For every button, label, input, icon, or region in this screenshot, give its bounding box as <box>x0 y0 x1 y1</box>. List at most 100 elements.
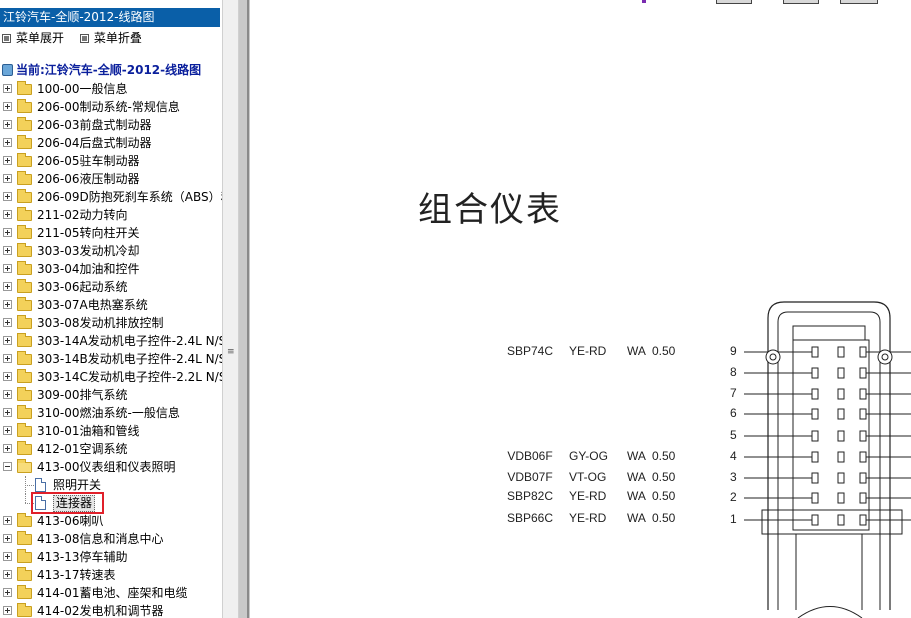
collapse-icon <box>79 34 89 43</box>
splitter-grip-icon[interactable]: ≡ <box>227 348 235 362</box>
expand-toggle-icon[interactable] <box>3 570 12 579</box>
tree-item-label: 413-06喇叭 <box>37 514 104 528</box>
tree-item-folder[interactable]: 303-08发动机排放控制 <box>0 314 222 332</box>
selection-highlight-box <box>31 492 104 514</box>
tree-item-folder[interactable]: 206-00制动系统-常规信息 <box>0 98 222 116</box>
expand-toggle-icon[interactable] <box>3 588 12 597</box>
pane-splitter[interactable]: ≡ <box>222 0 239 618</box>
menu-expand-button[interactable]: 菜单展开 <box>0 29 64 47</box>
tree-item-folder[interactable]: 412-01空调系统 <box>0 440 222 458</box>
tree-item-folder[interactable]: 414-02发电机和调节器 <box>0 602 222 618</box>
folder-icon <box>17 99 32 113</box>
menu-collapse-button[interactable]: 菜单折叠 <box>78 29 142 47</box>
expand-toggle-icon[interactable] <box>3 228 12 237</box>
tree-item-label: 413-13停车辅助 <box>37 550 128 564</box>
mount-hole-left-inner <box>769 353 777 361</box>
terminal-left <box>811 430 819 442</box>
expand-toggle-icon[interactable] <box>3 390 12 399</box>
expand-toggle-icon[interactable] <box>3 552 12 561</box>
current-location[interactable]: 当前:江铃汽车-全顺-2012-线路图 <box>2 62 201 79</box>
expand-toggle-icon[interactable] <box>3 516 12 525</box>
folder-icon <box>17 441 32 455</box>
expand-toggle-icon[interactable] <box>3 282 12 291</box>
expand-toggle-icon[interactable] <box>3 300 12 309</box>
tree-item-label: 310-01油箱和管线 <box>37 424 140 438</box>
tree-item-folder[interactable]: 413-06喇叭 <box>0 512 222 530</box>
folder-icon <box>17 81 32 95</box>
terminal-left <box>811 514 819 526</box>
expand-toggle-icon[interactable] <box>3 408 12 417</box>
terminal-right <box>859 430 867 442</box>
tree-item-folder[interactable]: 303-03发动机冷却 <box>0 242 222 260</box>
tree-item-label: 303-14C发动机电子控件-2.2L N/S <box>37 370 222 384</box>
tree-item-folder[interactable]: 206-03前盘式制动器 <box>0 116 222 134</box>
expand-toggle-icon[interactable] <box>3 534 12 543</box>
terminal-right <box>859 346 867 358</box>
expand-toggle-icon[interactable] <box>3 372 12 381</box>
current-location-label: 当前:江铃汽车-全顺-2012-线路图 <box>16 63 202 77</box>
folder-icon <box>17 333 32 347</box>
tree-item-folder[interactable]: 211-05转向柱开关 <box>0 224 222 242</box>
tree-item-folder[interactable]: 206-04后盘式制动器 <box>0 134 222 152</box>
tree-item-folder[interactable]: 303-04加油和控件 <box>0 260 222 278</box>
tree-item-folder[interactable]: 303-07A电热塞系统 <box>0 296 222 314</box>
tree-item-folder[interactable]: 100-00一般信息 <box>0 80 222 98</box>
expand-toggle-icon[interactable] <box>3 264 12 273</box>
tree-item-folder[interactable]: 303-14A发动机电子控件-2.4L N/S <box>0 332 222 350</box>
document-icon <box>35 478 46 492</box>
folder-open-icon <box>17 459 32 473</box>
pin-number: 2 <box>730 490 737 504</box>
tree-item-label: 206-03前盘式制动器 <box>37 118 152 132</box>
tree-item-folder[interactable]: 413-08信息和消息中心 <box>0 530 222 548</box>
expand-toggle-icon[interactable] <box>3 606 12 615</box>
expand-toggle-icon[interactable] <box>3 318 12 327</box>
expand-toggle-icon[interactable] <box>3 102 12 111</box>
pin-number: 3 <box>730 470 737 484</box>
sidebar-title: 江铃汽车-全顺-2012-线路图 <box>0 8 220 27</box>
tree-item-folder[interactable]: 310-00燃油系统-一般信息 <box>0 404 222 422</box>
expand-toggle-icon[interactable] <box>3 246 12 255</box>
expand-toggle-icon[interactable] <box>3 426 12 435</box>
tree-item-folder[interactable]: 303-14B发动机电子控件-2.4L N/S <box>0 350 222 368</box>
folder-icon <box>17 351 32 365</box>
expand-icon <box>2 34 11 43</box>
tree-item-folder[interactable]: 309-00排气系统 <box>0 386 222 404</box>
expand-toggle-icon[interactable] <box>3 120 12 129</box>
tree-item-folder[interactable]: 303-06起动系统 <box>0 278 222 296</box>
folder-icon <box>17 423 32 437</box>
folder-icon <box>17 297 32 311</box>
folder-icon <box>17 207 32 221</box>
tree-item-folder[interactable]: 413-00仪表组和仪表照明 <box>0 458 222 476</box>
tree-item-folder[interactable]: 413-17转速表 <box>0 566 222 584</box>
tree-item-label: 206-00制动系统-常规信息 <box>37 100 180 114</box>
pin-number: 8 <box>730 365 737 379</box>
tree-item-folder[interactable]: 206-09D防抱死刹车系统（ABS）和 <box>0 188 222 206</box>
folder-icon <box>17 225 32 239</box>
connector-housing-outer <box>767 301 891 610</box>
folder-icon <box>17 531 32 545</box>
expand-toggle-icon[interactable] <box>3 174 12 183</box>
expand-toggle-icon[interactable] <box>3 444 12 453</box>
terminal-right <box>859 388 867 400</box>
expand-toggle-icon[interactable] <box>3 336 12 345</box>
expand-toggle-icon[interactable] <box>3 192 12 201</box>
tree-item-folder[interactable]: 206-06液压制动器 <box>0 170 222 188</box>
tree-item-folder[interactable]: 413-13停车辅助 <box>0 548 222 566</box>
tree-item-label: 303-08发动机排放控制 <box>37 316 164 330</box>
expand-toggle-icon[interactable] <box>3 84 12 93</box>
tree-item-folder[interactable]: 206-05驻车制动器 <box>0 152 222 170</box>
tree-item-folder[interactable]: 310-01油箱和管线 <box>0 422 222 440</box>
tree-item-folder[interactable]: 211-02动力转向 <box>0 206 222 224</box>
expand-toggle-icon[interactable] <box>3 354 12 363</box>
tree-item-label: 206-04后盘式制动器 <box>37 136 152 150</box>
document-view: 组合仪表 SBP74C YE-RD WA 0.50 VDB06F GY-OG WA 0.50 V… <box>250 0 911 618</box>
expand-toggle-icon[interactable] <box>3 138 12 147</box>
folder-icon <box>17 405 32 419</box>
tree-item-folder[interactable]: 414-01蓄电池、座架和电缆 <box>0 584 222 602</box>
collapse-toggle-icon[interactable] <box>3 462 12 471</box>
expand-toggle-icon[interactable] <box>3 210 12 219</box>
terminal-right <box>859 514 867 526</box>
expand-toggle-icon[interactable] <box>3 156 12 165</box>
tree-item-label: 303-03发动机冷却 <box>37 244 140 258</box>
tree-item-folder[interactable]: 303-14C发动机电子控件-2.2L N/S <box>0 368 222 386</box>
